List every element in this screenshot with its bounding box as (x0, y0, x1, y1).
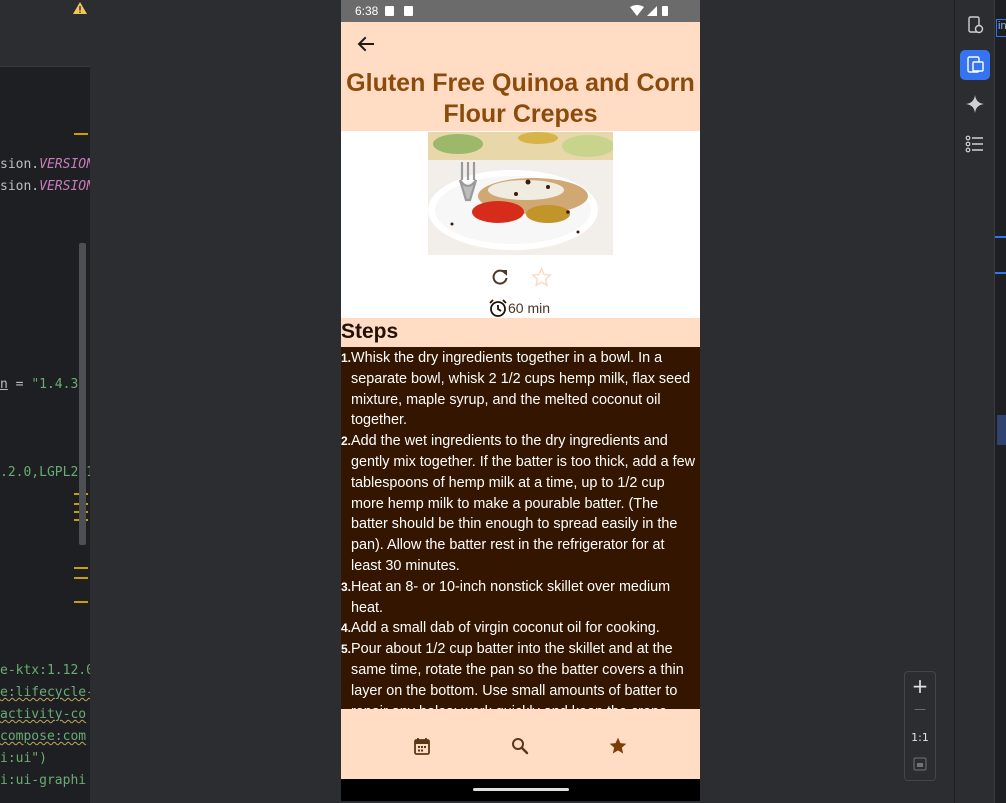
code-line: i:ui-graphi (0, 773, 87, 788)
step-text: Whisk the dry ingredients together in a … (351, 350, 691, 429)
alarm-clock-icon (489, 299, 507, 317)
notification-a-icon (385, 6, 394, 16)
step-item: 2. Add the wet ingredients to the dry in… (341, 431, 700, 577)
code-editor[interactable]: sion.VERSION sion.VERSION n = "1.4.3" .2… (0, 0, 90, 803)
status-bar: 6:38 (341, 0, 700, 22)
steps-heading: Steps (341, 320, 399, 343)
code-line: e-ktx:1.12.0 (0, 663, 90, 678)
step-text: Pour about 1/2 cup batter into the skill… (351, 641, 684, 709)
change-marker (74, 133, 88, 135)
code-line: i:ui") (0, 751, 47, 766)
code-line: n = "1.4.3" (0, 377, 87, 392)
recipe-actions (341, 267, 700, 287)
calendar-icon[interactable] (412, 736, 432, 756)
change-marker (74, 601, 88, 603)
selected-row (997, 415, 1006, 445)
editor-scrollbar[interactable] (79, 243, 86, 545)
back-arrow-icon[interactable] (356, 34, 376, 54)
device-manager-tool[interactable] (960, 10, 990, 40)
code-line: e:lifecycle- (0, 685, 90, 700)
step-item: 1. Whisk the dry ingredients together in… (341, 348, 700, 431)
recipe-photo (428, 132, 613, 255)
zoom-in-button[interactable]: + (905, 674, 935, 698)
steps-list[interactable]: 1. Whisk the dry ingredients together in… (341, 347, 700, 709)
sparkle-icon (966, 95, 984, 113)
sd-card-icon (404, 6, 413, 16)
phone-emulator-screen[interactable]: 6:38 Gluten Free Quinoa and Corn Flour C… (341, 0, 700, 801)
truncated-tab-label[interactable]: in (996, 19, 1006, 37)
step-number: 5. (341, 642, 352, 657)
zoom-controls: + — 1:1 (904, 671, 936, 781)
step-number: 1. (341, 351, 352, 365)
code-line: sion.VERSION (0, 179, 90, 194)
warning-icon[interactable] (72, 1, 88, 15)
ai-assistant-tool[interactable] (960, 89, 990, 119)
editor-toolbar (0, 0, 90, 67)
change-marker (74, 577, 88, 579)
code-line: compose:com (0, 729, 87, 744)
favorite-star-icon[interactable] (531, 267, 552, 288)
code-line: activity-co (0, 707, 87, 722)
bottom-navigation (341, 709, 700, 779)
selection-marker (995, 236, 1006, 238)
recipe-title: Gluten Free Quinoa and Corn Flour Crepes (346, 69, 695, 128)
structure-tool[interactable] (960, 129, 990, 159)
step-text: Add the wet ingredients to the dry ingre… (351, 433, 695, 574)
status-time: 6:38 (355, 4, 379, 18)
list-icon (965, 135, 983, 153)
fit-screen-icon[interactable] (913, 757, 927, 771)
step-text: Heat an 8- or 10-inch nonstick skillet o… (351, 578, 671, 616)
home-gesture-pill[interactable] (473, 788, 569, 791)
steps-header: Steps (341, 318, 700, 347)
step-item: 5. Pour about 1/2 cup batter into the sk… (341, 639, 700, 709)
zoom-actual-size-button[interactable]: 1:1 (905, 731, 935, 744)
side-panel-edge: in (994, 0, 1006, 803)
zoom-out-button[interactable]: — (905, 702, 935, 716)
step-text: Add a small dab of virgin coconut oil fo… (351, 620, 660, 637)
selection-marker (995, 272, 1006, 274)
running-devices-tool[interactable] (960, 50, 990, 80)
step-number: 3. (341, 579, 352, 594)
step-item: 3. Heat an 8- or 10-inch nonstick skille… (341, 577, 700, 619)
device-manager-icon (968, 16, 984, 34)
code-line: sion.VERSION (0, 157, 90, 172)
recipe-detail-screen: Gluten Free Quinoa and Corn Flour Crepes (341, 22, 700, 779)
change-marker (74, 567, 88, 569)
search-icon[interactable] (510, 736, 530, 756)
step-item: 4. Add a small dab of virgin coconut oil… (341, 618, 700, 639)
running-devices-icon (967, 56, 984, 73)
step-number: 2. (341, 434, 352, 449)
right-tool-strip (954, 0, 994, 803)
cook-time-label: 60 min (508, 300, 551, 316)
code-line: .2.0,LGPL2.1 (0, 465, 90, 480)
refresh-icon[interactable] (490, 267, 510, 287)
step-number: 4. (341, 621, 352, 636)
system-status-icons (630, 5, 668, 16)
gesture-bar (341, 779, 700, 801)
star-icon[interactable] (608, 736, 628, 756)
top-app-bar: Gluten Free Quinoa and Corn Flour Crepes (341, 22, 700, 131)
